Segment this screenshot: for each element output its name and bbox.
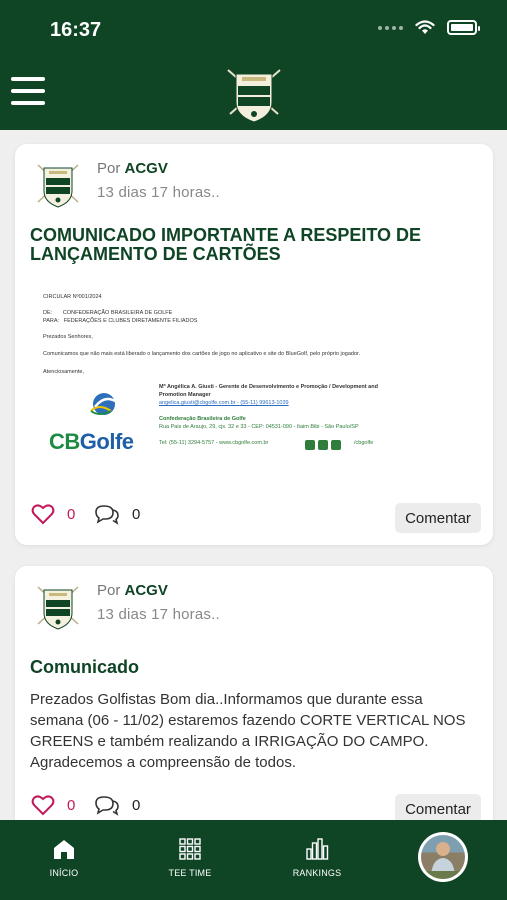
app-header	[0, 60, 507, 130]
hamburger-icon	[11, 77, 45, 81]
post-time: 13 dias 17 horas..	[97, 606, 220, 623]
post-title[interactable]: COMUNICADO IMPORTANTE A RESPEITO DE LANÇ…	[30, 226, 480, 264]
post-actions: 0 0 Comentar	[15, 489, 493, 545]
golf-ball-icon	[90, 393, 116, 415]
comment-count: 0	[132, 505, 141, 523]
doc-sig-address: Rua Pais de Araujo, 29, cjs. 32 e 33 - C…	[159, 424, 359, 430]
like-button[interactable]: 0	[31, 503, 75, 525]
doc-closing: Atenciosamente,	[43, 369, 84, 375]
nav-home-label: INÍCIO	[49, 868, 79, 878]
doc-sig-tel: Tel: (55-11) 3294-5757 - www.cbgolfe.com…	[159, 440, 269, 446]
comment-count: 0	[132, 796, 141, 814]
doc-body: Comunicamos que não mais está liberado o…	[43, 351, 361, 357]
profile-photo	[421, 835, 465, 879]
author-prefix: Por	[97, 160, 121, 177]
twitter-icon	[331, 440, 341, 450]
speech-bubbles-icon	[95, 796, 119, 816]
post-title[interactable]: Comunicado	[30, 658, 480, 677]
post-card: Por ACGV 13 dias 17 horas.. COMUNICADO I…	[15, 144, 493, 545]
doc-sig-contact: angelica.giusti@cbgolfe.com.br - (55-11)…	[159, 400, 289, 406]
author-avatar	[37, 586, 79, 630]
author-prefix: Por	[97, 582, 121, 599]
menu-button[interactable]	[11, 77, 45, 107]
post-card: Por ACGV 13 dias 17 horas.. Comunicado P…	[15, 566, 493, 820]
author-name[interactable]: ACGV	[125, 160, 168, 177]
bar-chart-icon	[306, 838, 329, 860]
nav-tee-time[interactable]: TEE TIME	[150, 836, 230, 878]
comment-button[interactable]: Comentar	[395, 794, 481, 820]
profile-avatar[interactable]	[418, 832, 468, 882]
author-name[interactable]: ACGV	[125, 582, 168, 599]
home-icon	[54, 840, 74, 859]
status-time: 16:37	[50, 19, 102, 41]
status-icons	[378, 20, 480, 35]
nav-rankings[interactable]: RANKINGS	[277, 836, 357, 878]
comments-toggle[interactable]: 0	[94, 503, 140, 525]
post-actions: 0 0 Comentar	[15, 780, 493, 820]
doc-to: PARA: FEDERAÇÕES E CLUBES DIRETAMENTE FI…	[43, 318, 198, 324]
doc-from: DE: CONFEDERAÇÃO BRASILEIRA DE GOLFE	[43, 310, 173, 316]
post-time: 13 dias 17 horas..	[97, 184, 220, 201]
doc-sig-org: Confederação Brasileira de Golfe	[159, 416, 246, 422]
doc-greeting: Prezados Senhores,	[43, 334, 93, 340]
speech-bubbles-icon	[95, 505, 119, 525]
author-line: Por ACGV	[97, 582, 168, 599]
heart-icon	[31, 504, 55, 525]
author-avatar	[37, 164, 79, 208]
club-logo	[227, 69, 281, 123]
author-line: Por ACGV	[97, 160, 168, 177]
nav-home[interactable]: INÍCIO	[24, 836, 104, 878]
comments-toggle[interactable]: 0	[94, 794, 140, 816]
cellular-signal-icon	[378, 25, 403, 30]
like-count: 0	[67, 796, 76, 814]
post-document-image[interactable]: CIRCULAR Nº001/2024 DE: CONFEDERAÇÃO BRA…	[43, 294, 463, 464]
post-body: Prezados Golfistas Bom dia..Informamos q…	[30, 691, 466, 771]
bottom-nav: INÍCIO TEE TIME RANKINGS	[0, 820, 507, 900]
battery-icon	[447, 20, 480, 35]
nav-tee-time-label: TEE TIME	[168, 868, 212, 878]
comment-button[interactable]: Comentar	[395, 503, 481, 533]
like-count: 0	[67, 505, 76, 523]
grid-icon	[179, 838, 201, 860]
facebook-icon	[305, 440, 315, 450]
doc-sig-role: Promotion Manager	[159, 392, 211, 398]
nav-rankings-label: RANKINGS	[292, 868, 342, 878]
status-bar: 16:37	[0, 0, 507, 60]
news-feed[interactable]: Por ACGV 13 dias 17 horas.. COMUNICADO I…	[0, 130, 507, 820]
instagram-icon	[318, 440, 328, 450]
doc-ref: CIRCULAR Nº001/2024	[43, 294, 102, 300]
like-button[interactable]: 0	[31, 794, 75, 816]
doc-sig-name: Mª Angélica A. Giusti - Gerente de Desen…	[159, 384, 378, 390]
wifi-icon	[415, 20, 435, 34]
cbgolfe-logo-text: CBGolfe	[49, 429, 134, 454]
doc-sig-handle: /cbgolfe	[354, 440, 374, 446]
cbgolfe-logo: CBGolfe	[49, 389, 159, 454]
social-icons	[305, 440, 341, 450]
heart-icon	[31, 795, 55, 816]
